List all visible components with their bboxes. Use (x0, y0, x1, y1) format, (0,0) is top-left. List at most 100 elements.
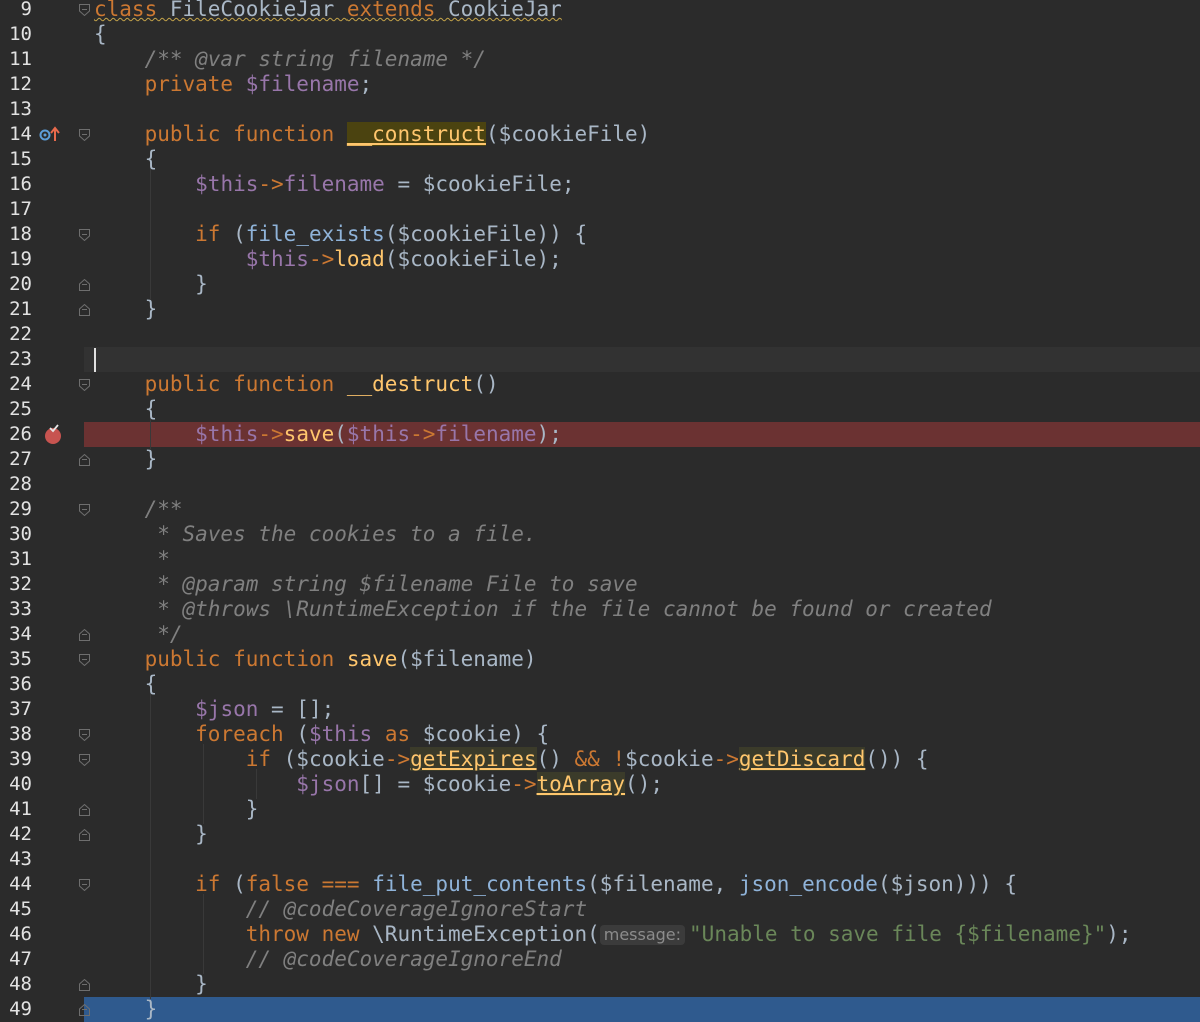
line-number[interactable]: 34 (0, 622, 32, 647)
fold-open-icon[interactable] (79, 229, 90, 241)
line-number[interactable]: 37 (0, 697, 32, 722)
line-number[interactable]: 10 (0, 22, 32, 47)
fold-open-icon[interactable] (79, 504, 90, 516)
code-text[interactable]: } (94, 447, 158, 472)
code-text[interactable]: throw new \RuntimeException(message: "Una… (94, 922, 1132, 947)
line-number[interactable]: 16 (0, 172, 32, 197)
code-line[interactable]: 42 } (0, 822, 1200, 847)
code-line[interactable]: 25 { (0, 397, 1200, 422)
code-text[interactable]: * @param string $filename File to save (94, 572, 637, 597)
breakpoint-icon[interactable] (42, 422, 66, 447)
code-line[interactable]: 12 private $filename; (0, 72, 1200, 97)
line-number[interactable]: 20 (0, 272, 32, 297)
line-number[interactable]: 44 (0, 872, 32, 897)
line-number[interactable]: 47 (0, 947, 32, 972)
fold-close-icon[interactable] (79, 629, 90, 641)
code-text[interactable]: $this->load($cookieFile); (94, 247, 562, 272)
line-number[interactable]: 49 (0, 997, 32, 1022)
code-text[interactable]: { (94, 22, 107, 47)
line-number[interactable]: 41 (0, 797, 32, 822)
code-line[interactable]: 43 (0, 847, 1200, 872)
code-line[interactable]: 14 public function __construct($cookieFi… (0, 122, 1200, 147)
code-line[interactable]: 13 (0, 97, 1200, 122)
override-method-icon[interactable] (38, 122, 62, 147)
line-number[interactable]: 22 (0, 322, 32, 347)
code-line[interactable]: 16 $this->filename = $cookieFile; (0, 172, 1200, 197)
code-line[interactable]: 38 foreach ($this as $cookie) { (0, 722, 1200, 747)
fold-close-icon[interactable] (79, 1004, 90, 1016)
code-line[interactable]: 24 public function __destruct() (0, 372, 1200, 397)
code-line[interactable]: 18 if (file_exists($cookieFile)) { (0, 222, 1200, 247)
line-number[interactable]: 39 (0, 747, 32, 772)
code-line[interactable]: 39 if ($cookie->getExpires() && !$cookie… (0, 747, 1200, 772)
line-number[interactable]: 19 (0, 247, 32, 272)
line-number[interactable]: 38 (0, 722, 32, 747)
code-text[interactable]: */ (94, 622, 182, 647)
code-line[interactable]: 29 /** (0, 497, 1200, 522)
code-line[interactable]: 23 (0, 347, 1200, 372)
fold-open-icon[interactable] (79, 729, 90, 741)
code-text[interactable]: if (false === file_put_contents($filenam… (94, 872, 1017, 897)
fold-open-icon[interactable] (79, 129, 90, 141)
code-text[interactable]: public function save($filename) (94, 647, 537, 672)
code-text[interactable]: { (94, 397, 158, 422)
code-line[interactable]: 34 */ (0, 622, 1200, 647)
line-number[interactable]: 14 (0, 122, 32, 147)
fold-close-icon[interactable] (79, 279, 90, 291)
line-number[interactable]: 25 (0, 397, 32, 422)
code-line[interactable]: 21 } (0, 297, 1200, 322)
line-number[interactable]: 17 (0, 197, 32, 222)
code-line[interactable]: 10 { (0, 22, 1200, 47)
code-text[interactable]: { (94, 147, 158, 172)
code-line[interactable]: 17 (0, 197, 1200, 222)
code-line[interactable]: 40 $json[] = $cookie->toArray(); (0, 772, 1200, 797)
code-line[interactable]: 30 * Saves the cookies to a file. (0, 522, 1200, 547)
line-number[interactable]: 31 (0, 547, 32, 572)
fold-open-icon[interactable] (79, 4, 90, 16)
code-text[interactable]: } (94, 297, 158, 322)
line-number[interactable]: 21 (0, 297, 32, 322)
code-text[interactable]: public function __destruct() (94, 372, 499, 397)
code-line[interactable]: 48 } (0, 972, 1200, 997)
code-text[interactable]: /** (94, 497, 183, 522)
code-text[interactable]: /** @var string filename */ (94, 47, 486, 72)
code-line[interactable]: 19 $this->load($cookieFile); (0, 247, 1200, 272)
code-line[interactable]: 27 } (0, 447, 1200, 472)
code-line[interactable]: 28 (0, 472, 1200, 497)
line-number[interactable]: 28 (0, 472, 32, 497)
code-line[interactable]: 45 // @codeCoverageIgnoreStart (0, 897, 1200, 922)
fold-close-icon[interactable] (79, 829, 90, 841)
code-line[interactable]: 44 if (false === file_put_contents($file… (0, 872, 1200, 897)
code-text[interactable]: class FileCookieJar extends CookieJar (94, 0, 562, 22)
line-number[interactable]: 33 (0, 597, 32, 622)
code-line[interactable]: 11 /** @var string filename */ (0, 47, 1200, 72)
code-text[interactable]: $this->save($this->filename); (94, 422, 562, 447)
line-number[interactable]: 18 (0, 222, 32, 247)
line-number[interactable]: 32 (0, 572, 32, 597)
fold-close-icon[interactable] (79, 804, 90, 816)
code-editor[interactable]: 9 class FileCookieJar extends CookieJar 10… (0, 0, 1200, 1022)
line-number[interactable]: 30 (0, 522, 32, 547)
fold-open-icon[interactable] (79, 654, 90, 666)
code-line[interactable]: 33 * @throws \RuntimeException if the fi… (0, 597, 1200, 622)
line-number[interactable]: 42 (0, 822, 32, 847)
code-text[interactable]: $json = []; (94, 697, 334, 722)
line-number[interactable]: 13 (0, 97, 32, 122)
code-text[interactable]: } (94, 797, 259, 822)
code-text[interactable]: if (file_exists($cookieFile)) { (94, 222, 587, 247)
line-number[interactable]: 43 (0, 847, 32, 872)
line-number[interactable]: 12 (0, 72, 32, 97)
line-number[interactable]: 40 (0, 772, 32, 797)
code-text[interactable]: * @throws \RuntimeException if the file … (94, 597, 991, 622)
line-number[interactable]: 26 (0, 422, 32, 447)
code-line[interactable]: 20 } (0, 272, 1200, 297)
fold-open-icon[interactable] (79, 379, 90, 391)
code-text[interactable]: // @codeCoverageIgnoreEnd (94, 947, 562, 972)
line-number[interactable]: 45 (0, 897, 32, 922)
code-text[interactable]: // @codeCoverageIgnoreStart (94, 897, 587, 922)
code-line[interactable]: 9 class FileCookieJar extends CookieJar (0, 0, 1200, 22)
code-text[interactable]: * (94, 547, 170, 572)
code-text[interactable]: $this->filename = $cookieFile; (94, 172, 574, 197)
code-line[interactable]: 26 $this->save($this->filename); (0, 422, 1200, 447)
line-number[interactable]: 46 (0, 922, 32, 947)
